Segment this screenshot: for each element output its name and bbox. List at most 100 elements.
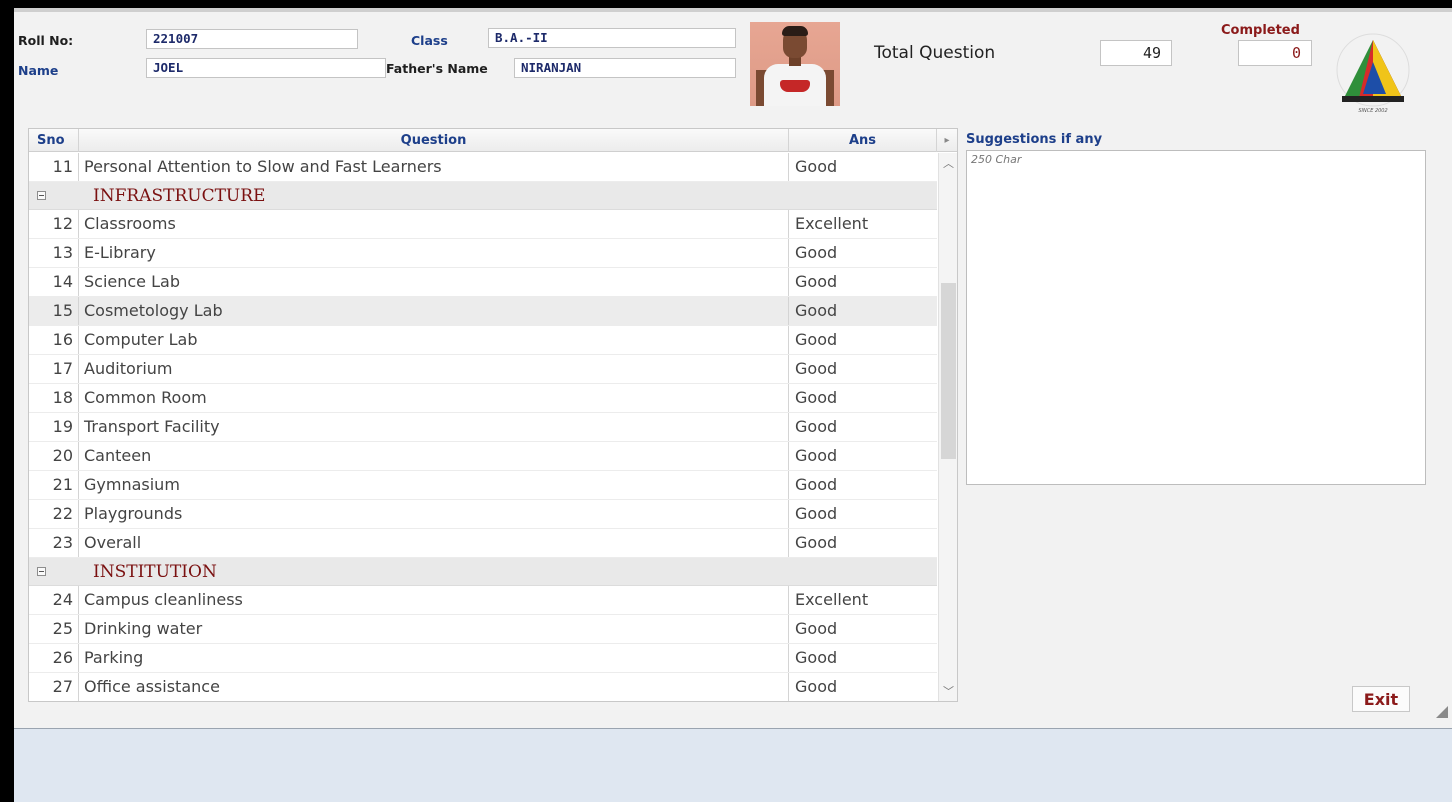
row-answer[interactable]: Good — [789, 500, 937, 528]
row-answer[interactable]: Good — [789, 442, 937, 470]
table-row[interactable]: 16 Computer Lab Good — [29, 326, 937, 355]
table-row[interactable]: 22 Playgrounds Good — [29, 500, 937, 529]
collapse-icon[interactable] — [37, 567, 46, 576]
class-label: Class — [411, 33, 448, 48]
row-question: Science Lab — [79, 268, 789, 296]
row-answer[interactable]: Excellent — [789, 210, 937, 238]
row-answer[interactable]: Good — [789, 644, 937, 672]
row-sno: 20 — [29, 442, 79, 470]
class-field[interactable]: B.A.-II — [488, 28, 736, 48]
row-question: Canteen — [79, 442, 789, 470]
row-question: Transport Facility — [79, 413, 789, 441]
row-question: Cosmetology Lab — [79, 297, 789, 325]
table-row[interactable]: 23 Overall Good — [29, 529, 937, 558]
group-row[interactable]: INSTITUTION — [29, 558, 937, 586]
row-question: Auditorium — [79, 355, 789, 383]
table-row[interactable]: 19 Transport Facility Good — [29, 413, 937, 442]
row-answer[interactable]: Good — [789, 673, 937, 701]
row-question: Playgrounds — [79, 500, 789, 528]
grid-scrollbar[interactable]: ︿ ﹀ — [938, 153, 957, 701]
table-row[interactable]: 20 Canteen Good — [29, 442, 937, 471]
row-sno: 14 — [29, 268, 79, 296]
table-row[interactable]: 21 Gymnasium Good — [29, 471, 937, 500]
suggestions-textarea[interactable] — [966, 150, 1426, 485]
row-question: E-Library — [79, 239, 789, 267]
name-label: Name — [18, 63, 59, 78]
table-row[interactable]: 25 Drinking water Good — [29, 615, 937, 644]
table-row[interactable]: 27 Office assistance Good — [29, 673, 937, 701]
row-answer[interactable]: Good — [789, 529, 937, 557]
row-sno: 16 — [29, 326, 79, 354]
exit-button[interactable]: Exit — [1352, 686, 1410, 712]
row-sno: 27 — [29, 673, 79, 701]
row-sno: 24 — [29, 586, 79, 614]
row-sno: 18 — [29, 384, 79, 412]
table-row[interactable]: 17 Auditorium Good — [29, 355, 937, 384]
total-question-label: Total Question — [874, 43, 996, 63]
row-answer[interactable]: Good — [789, 297, 937, 325]
col-header-question[interactable]: Question — [79, 129, 789, 152]
suggestions-label: Suggestions if any — [966, 132, 1103, 147]
total-question-value: 49 — [1100, 40, 1172, 66]
row-question: Office assistance — [79, 673, 789, 701]
row-sno: 11 — [29, 153, 79, 181]
table-row[interactable]: 18 Common Room Good — [29, 384, 937, 413]
row-sno: 21 — [29, 471, 79, 499]
footer-panel — [14, 728, 1452, 802]
fathers-name-label: Father's Name — [386, 61, 488, 76]
row-answer[interactable]: Excellent — [789, 586, 937, 614]
row-answer[interactable]: Good — [789, 355, 937, 383]
roll-no-field[interactable]: 221007 — [146, 29, 358, 49]
completed-value: 0 — [1238, 40, 1312, 66]
row-sno: 19 — [29, 413, 79, 441]
row-question: Common Room — [79, 384, 789, 412]
name-field[interactable]: JOEL — [146, 58, 386, 78]
table-row[interactable]: 13 E-Library Good — [29, 239, 937, 268]
row-answer[interactable]: Good — [789, 384, 937, 412]
feedback-window: Roll No: 221007 Class B.A.-II Name JOEL … — [14, 8, 1452, 802]
table-row[interactable]: 14 Science Lab Good — [29, 268, 937, 297]
row-sno: 26 — [29, 644, 79, 672]
scroll-down-icon[interactable]: ﹀ — [939, 683, 957, 699]
question-grid[interactable]: Sno Question Ans ▸ 11 Personal Attention … — [28, 128, 958, 702]
emblem-since-text: SINCE 2002 — [1358, 108, 1387, 114]
institution-emblem-icon: SINCE 2002 — [1336, 33, 1410, 114]
scrollbar-thumb[interactable] — [941, 283, 956, 459]
row-answer[interactable]: Good — [789, 471, 937, 499]
row-answer[interactable]: Good — [789, 239, 937, 267]
row-answer[interactable]: Good — [789, 268, 937, 296]
table-row[interactable]: 11 Personal Attention to Slow and Fast Le… — [29, 153, 937, 182]
row-sno: 23 — [29, 529, 79, 557]
completed-label: Completed — [1221, 23, 1300, 38]
row-question: Personal Attention to Slow and Fast Lear… — [79, 153, 789, 181]
scroll-up-icon[interactable]: ︿ — [939, 155, 957, 171]
table-row[interactable]: 26 Parking Good — [29, 644, 937, 673]
window-top-strip — [14, 8, 1452, 12]
row-sno: 17 — [29, 355, 79, 383]
row-answer[interactable]: Good — [789, 153, 937, 181]
collapse-icon[interactable] — [37, 191, 46, 200]
col-header-sno[interactable]: Sno — [29, 129, 79, 152]
student-photo — [750, 22, 840, 106]
row-answer[interactable]: Good — [789, 413, 937, 441]
row-question: Classrooms — [79, 210, 789, 238]
row-question: Campus cleanliness — [79, 586, 789, 614]
table-row[interactable]: 15 Cosmetology Lab Good — [29, 297, 937, 326]
fathers-name-field[interactable]: NIRANJAN — [514, 58, 736, 78]
row-question: Computer Lab — [79, 326, 789, 354]
row-sno: 13 — [29, 239, 79, 267]
group-name: INSTITUTION — [93, 562, 217, 582]
row-answer[interactable]: Good — [789, 326, 937, 354]
row-question: Gymnasium — [79, 471, 789, 499]
group-row[interactable]: INFRASTRUCTURE — [29, 182, 937, 210]
table-row[interactable]: 24 Campus cleanliness Excellent — [29, 586, 937, 615]
column-chooser-icon[interactable]: ▸ — [937, 129, 957, 152]
row-sno: 25 — [29, 615, 79, 643]
col-header-ans[interactable]: Ans — [789, 129, 937, 152]
row-answer[interactable]: Good — [789, 615, 937, 643]
row-sno: 12 — [29, 210, 79, 238]
table-row[interactable]: 12 Classrooms Excellent — [29, 210, 937, 239]
row-question: Overall — [79, 529, 789, 557]
resize-grip-icon[interactable] — [1436, 706, 1448, 718]
grid-header: Sno Question Ans ▸ — [29, 129, 957, 152]
